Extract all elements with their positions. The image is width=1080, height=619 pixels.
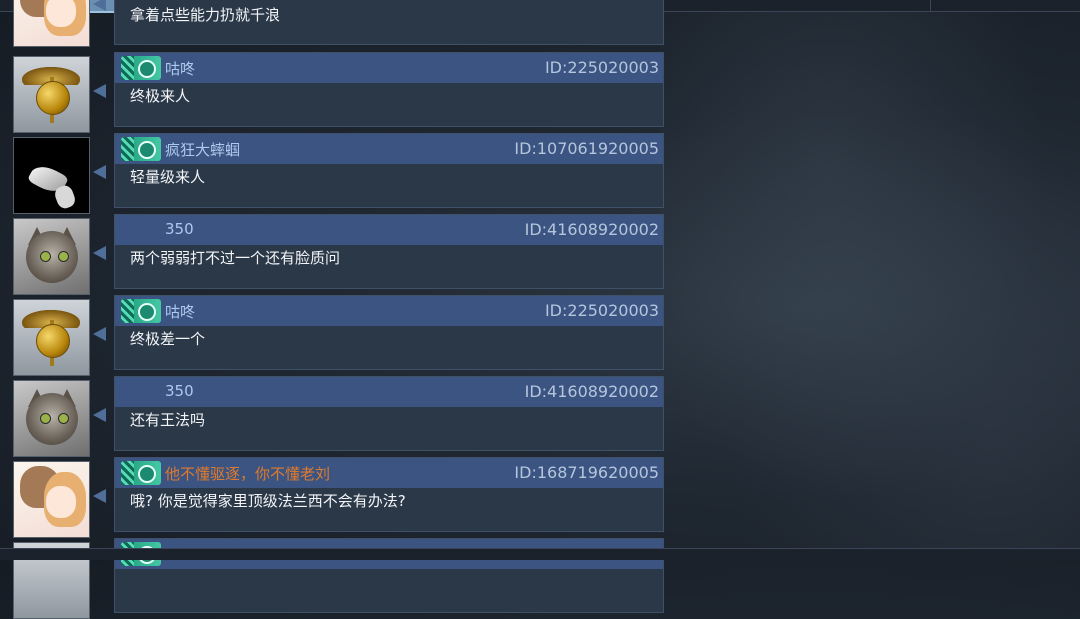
sender-id: ID:41608920002 (524, 220, 659, 239)
sender-name[interactable]: 咕咚 (165, 301, 195, 322)
avatar-art (52, 183, 78, 211)
avatar-art (40, 413, 51, 424)
message-text: 终极差一个 (130, 330, 206, 348)
message-bubble: 疯狂大蟀蝈 ID:107061920005 轻量级来人 (114, 133, 664, 208)
message-bubble: 350 ID:41608920002 还有王法吗 (114, 376, 664, 451)
rank-badge-icon (121, 56, 161, 80)
avatar[interactable] (13, 380, 90, 457)
message-bubble: 350 ID:41608920002 两个弱弱打不过一个还有脸质问 (114, 214, 664, 289)
message-bubble: 拿着点些能力扔就千浪 (114, 0, 664, 45)
sender-id: ID:41608920002 (524, 382, 659, 401)
bubble-header: 咕咚 ID:225020003 (115, 296, 663, 326)
sender-name[interactable]: 咕咚 (165, 58, 195, 79)
avatar-art (36, 81, 70, 115)
bubble-pointer-icon (93, 84, 106, 98)
message-text: 拿着点些能力扔就千浪 (130, 6, 281, 24)
message-text: 还有王法吗 (130, 411, 206, 429)
avatar-art (26, 393, 78, 445)
sender-id: ID:225020003 (544, 58, 659, 77)
avatar[interactable] (13, 0, 90, 47)
avatar[interactable] (13, 56, 90, 133)
sender-id: ID:168719620005 (514, 463, 659, 482)
bubble-pointer-icon (93, 165, 106, 179)
chat-message: 350 ID:41608920002 还有王法吗 (0, 376, 670, 457)
rank-badge-icon (121, 461, 161, 485)
background-scene (660, 0, 1080, 559)
message-bubble: 咕咚 ID:225020003 终极差一个 (114, 295, 664, 370)
avatar[interactable] (13, 461, 90, 538)
avatar-art (36, 324, 70, 358)
bubble-pointer-icon (93, 0, 106, 11)
avatar[interactable] (13, 299, 90, 376)
message-bubble: 咕咚 ID:225020003 终极来人 (114, 52, 664, 127)
bubble-header: 疯狂大蟀蝈 ID:107061920005 (115, 134, 663, 164)
tab[interactable] (642, 0, 931, 11)
sender-name[interactable]: 350 (165, 382, 194, 400)
avatar-art (46, 486, 76, 518)
message-bubble: 他不懂驱逐，你不懂老刘 ID:168719620005 哦? 你是觉得家里顶级法… (114, 457, 664, 532)
avatar-art (58, 413, 69, 424)
chat-message: 咕咚 ID:225020003 终极来人 (0, 52, 670, 133)
chat-message: 咕咚 ID:225020003 终极差一个 (0, 295, 670, 376)
chat-message: 拿着点些能力扔就千浪 (0, 0, 670, 47)
avatar-art (26, 231, 78, 283)
bubble-pointer-icon (93, 327, 106, 341)
bubble-header: 350 ID:41608920002 (115, 215, 663, 245)
bottom-bar (0, 548, 1080, 560)
bubble-header: 350 ID:41608920002 (115, 377, 663, 407)
message-text: 两个弱弱打不过一个还有脸质问 (130, 249, 341, 267)
rank-badge-icon (121, 137, 161, 161)
avatar[interactable] (13, 218, 90, 295)
sender-name[interactable]: 他不懂驱逐，你不懂老刘 (165, 463, 330, 484)
avatar-art (40, 251, 51, 262)
sender-id: ID:225020003 (544, 301, 659, 320)
bubble-pointer-icon (93, 489, 106, 503)
message-text: 轻量级来人 (130, 168, 206, 186)
bubble-header: 他不懂驱逐，你不懂老刘 ID:168719620005 (115, 458, 663, 488)
chat-message-list[interactable]: 拿着点些能力扔就千浪 咕咚 ID:225020003 终极来人 疯狂大蟀蝈 ID… (0, 0, 670, 619)
message-text: 哦? 你是觉得家里顶级法兰西不会有办法? (130, 492, 406, 510)
bubble-header: 咕咚 ID:225020003 (115, 53, 663, 83)
chat-message: 疯狂大蟀蝈 ID:107061920005 轻量级来人 (0, 133, 670, 214)
rank-badge-icon (121, 299, 161, 323)
chat-message: 350 ID:41608920002 两个弱弱打不过一个还有脸质问 (0, 214, 670, 295)
avatar-art (58, 251, 69, 262)
sender-name[interactable]: 疯狂大蟀蝈 (165, 139, 240, 160)
bubble-pointer-icon (93, 408, 106, 422)
sender-id: ID:107061920005 (514, 139, 659, 158)
chat-message: 他不懂驱逐，你不懂老刘 ID:168719620005 哦? 你是觉得家里顶级法… (0, 457, 670, 538)
message-text: 终极来人 (130, 87, 191, 105)
avatar-art (46, 0, 76, 27)
sender-name[interactable]: 350 (165, 220, 194, 238)
avatar[interactable] (13, 137, 90, 214)
bubble-pointer-icon (93, 246, 106, 260)
